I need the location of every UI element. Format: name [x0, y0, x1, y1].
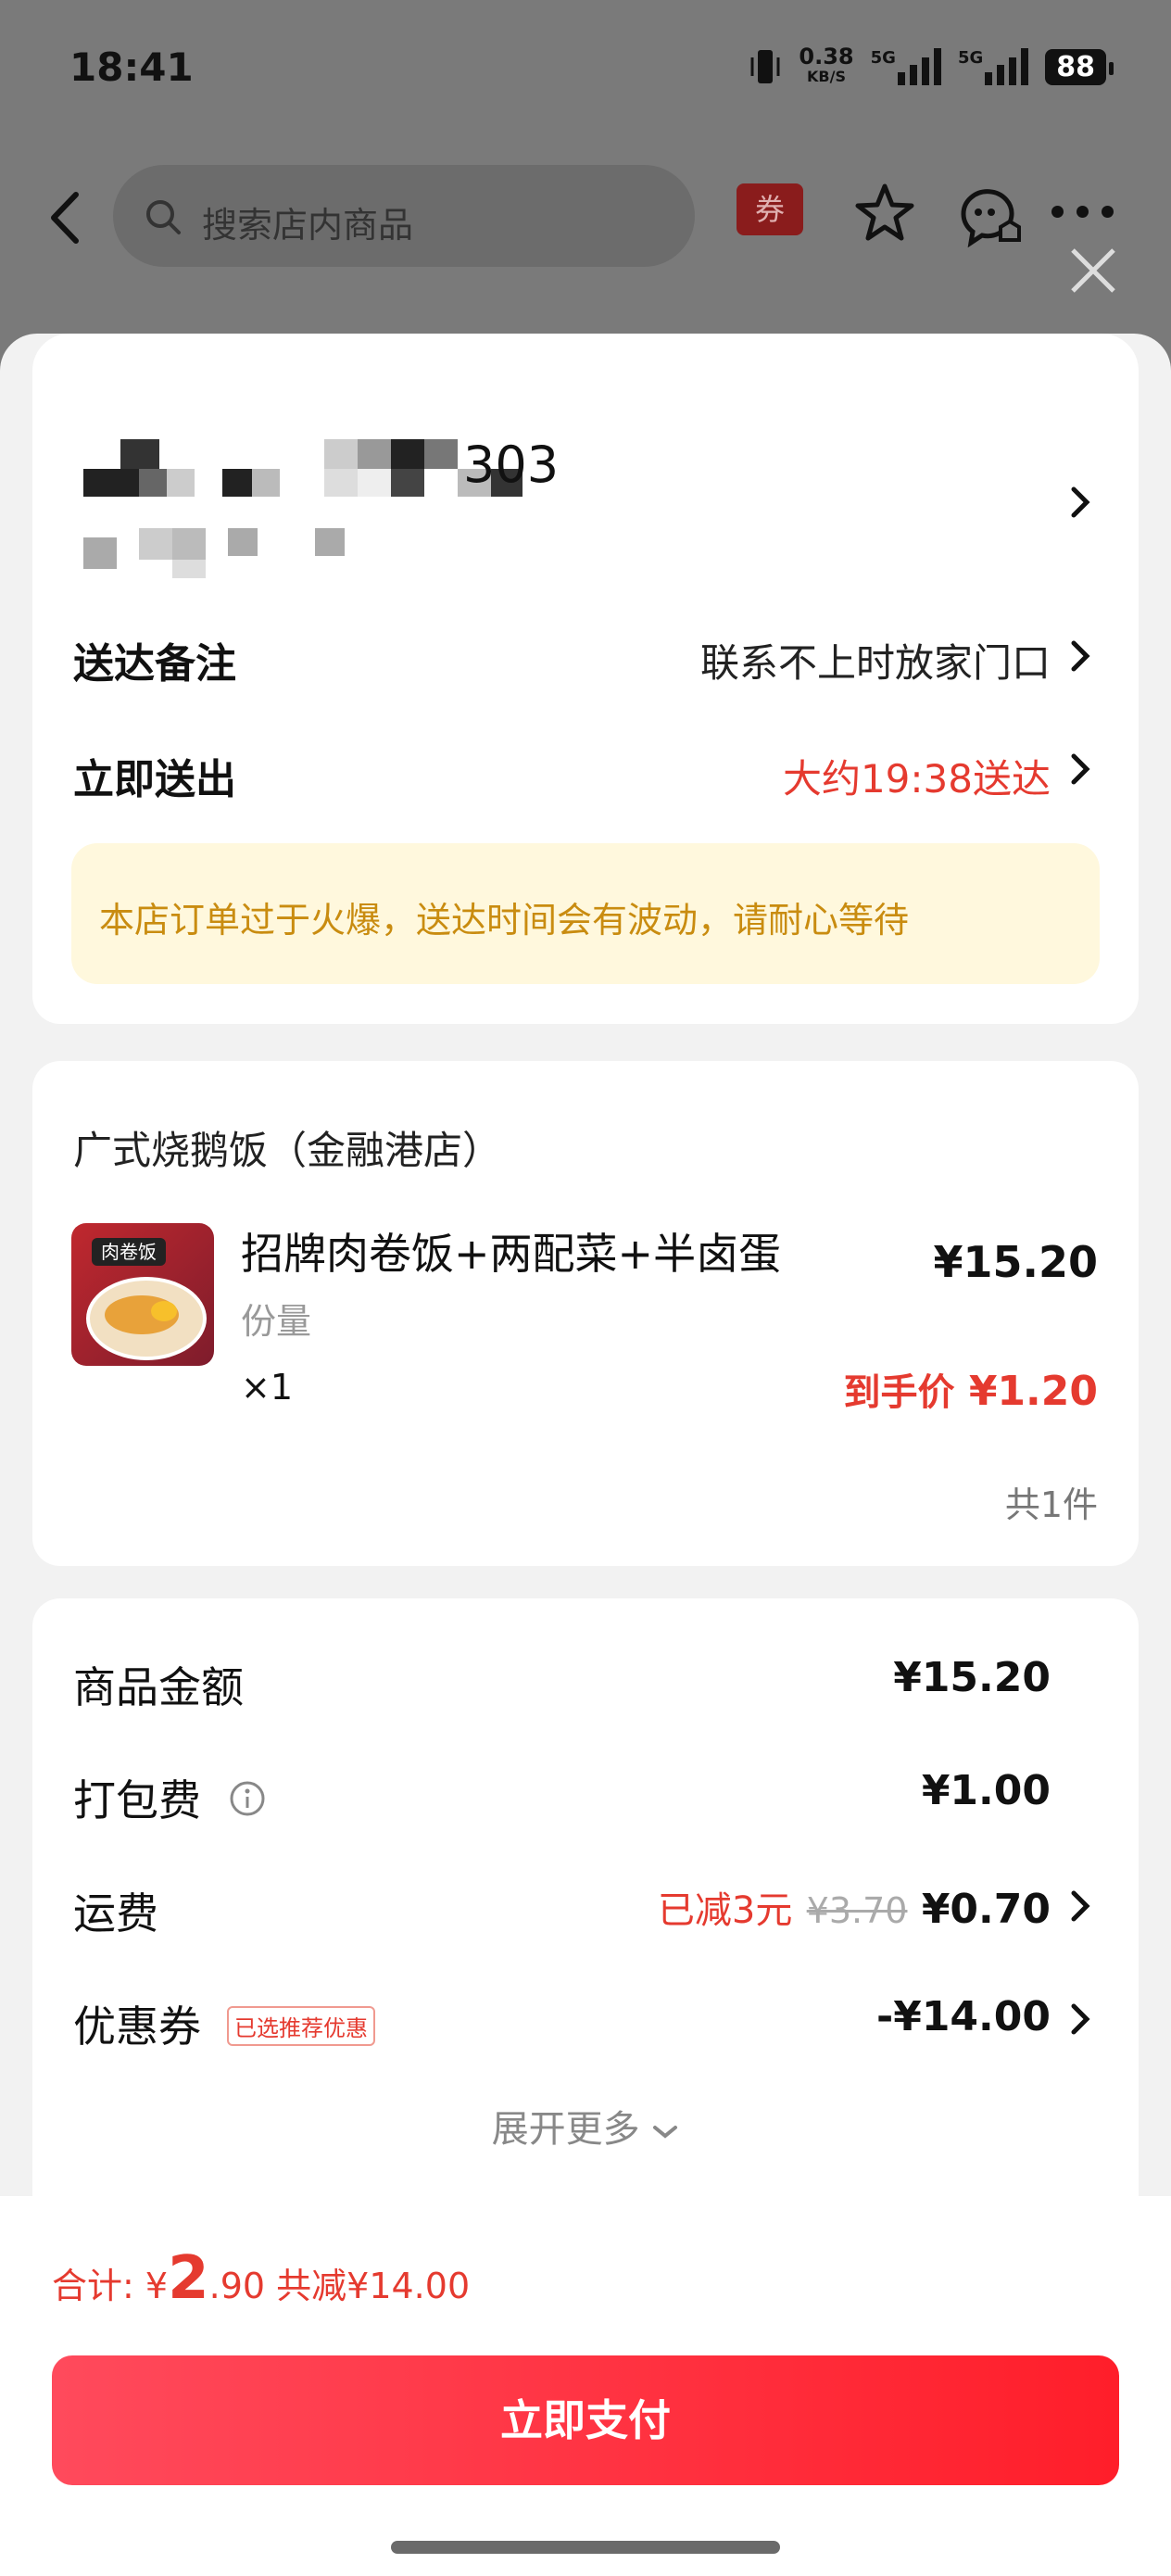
dish-quantity: ×1 — [241, 1367, 294, 1408]
address-chevron-icon — [1071, 486, 1090, 518]
delivery-time-value[interactable]: 大约19:38送达 — [783, 748, 1051, 804]
coupon-label: 优惠券 — [73, 2001, 201, 2052]
delivery-discount: 已减3元 — [657, 1889, 793, 1932]
total-saved: 共减¥14.00 — [276, 2266, 471, 2306]
item-count: 共1件 — [1004, 1484, 1098, 1525]
dish-thumbnail: 肉卷饭 — [71, 1223, 214, 1366]
order-items-card: 广式烧鹅饭（金融港店） 肉卷饭 招牌肉卷饭+两配菜+半卤蛋 份量 ×1 ¥15.… — [32, 1061, 1139, 1566]
dish-name: 招牌肉卷饭+两配菜+半卤蛋 — [241, 1229, 782, 1279]
address-blurred[interactable]: 303 — [83, 436, 686, 578]
goods-amount-label: 商品金额 — [73, 1662, 244, 1712]
status-time: 18:41 — [69, 44, 194, 90]
final-price-value: ¥1.20 — [968, 1368, 1098, 1415]
battery-indicator: 88 — [1045, 48, 1114, 85]
signal-bars-icon — [897, 48, 941, 85]
dish-final-price: 到手价 ¥1.20 — [843, 1362, 1098, 1416]
net-speed: 0.38 KB/S — [799, 44, 854, 85]
back-arrow-icon[interactable] — [39, 185, 94, 250]
checkout-bar: 合计: ¥2.90 共减¥14.00 立即支付 — [0, 2196, 1171, 2576]
signal-2: 5G — [957, 48, 1029, 85]
delivery-fee-chevron-icon — [1071, 1890, 1090, 1922]
order-confirm-sheet: 303 送达备注 联系不上时放家门口 立即送出 大约19:38送达 本店订单过于… — [0, 334, 1171, 2576]
status-bar: 18:41 0.38 KB/S 5G 5G 88 — [0, 0, 1171, 139]
signal-1: 5G — [871, 48, 941, 85]
time-chevron-icon — [1071, 753, 1090, 785]
signal-1-label: 5G — [870, 48, 896, 68]
delivery-fee-row[interactable]: 运费 已减3元 ¥3.70 ¥0.70 — [32, 1880, 1139, 1945]
dish-thumb-tag: 肉卷饭 — [92, 1238, 166, 1266]
expand-more-button[interactable]: 展开更多 — [32, 2099, 1139, 2153]
customer-service-icon[interactable] — [954, 181, 1021, 247]
delivery-note-label: 送达备注 — [73, 640, 236, 688]
busy-notice-text: 本店订单过于火爆，送达时间会有波动，请耐心等待 — [99, 900, 910, 941]
delivery-original-price: ¥3.70 — [806, 1890, 908, 1931]
search-placeholder: 搜索店内商品 — [202, 205, 414, 246]
signal-bars-icon — [985, 48, 1029, 85]
close-icon[interactable] — [1065, 243, 1121, 298]
total-summary: 合计: ¥2.90 共减¥14.00 — [52, 2244, 470, 2313]
delivery-fee-label: 运费 — [73, 1888, 158, 1938]
final-price-label: 到手价 — [843, 1371, 955, 1414]
delivery-card: 303 送达备注 联系不上时放家门口 立即送出 大约19:38送达 本店订单过于… — [32, 334, 1139, 1024]
total-currency: ¥ — [145, 2266, 169, 2306]
more-options-icon[interactable] — [1051, 206, 1114, 218]
coupon-badge: 已选推荐优惠 — [227, 2006, 375, 2046]
info-icon[interactable] — [229, 1780, 266, 1817]
chevron-down-icon — [653, 2126, 678, 2139]
vibrate-icon — [750, 50, 780, 83]
address-partial: 303 — [463, 436, 560, 494]
home-indicator — [391, 2541, 780, 2554]
total-label: 合计: — [52, 2266, 134, 2306]
store-nav-bar: 搜索店内商品 券 — [0, 158, 1171, 278]
expand-more-label: 展开更多 — [491, 2108, 640, 2151]
packing-fee-label: 打包费 — [73, 1775, 201, 1825]
packing-fee-value: ¥1.00 — [921, 1767, 1051, 1814]
coupon-chevron-icon — [1071, 2003, 1090, 2035]
coupon-row[interactable]: 优惠券 已选推荐优惠 -¥14.00 — [32, 1993, 1139, 2058]
signal-2-label: 5G — [957, 48, 984, 68]
total-decimal: .90 — [208, 2266, 266, 2306]
goods-amount-value: ¥15.20 — [893, 1654, 1051, 1701]
pay-now-button[interactable]: 立即支付 — [52, 2355, 1119, 2485]
store-search-box[interactable]: 搜索店内商品 — [113, 165, 695, 267]
favorite-star-icon[interactable] — [852, 181, 917, 246]
delivery-time-label: 立即送出 — [73, 756, 236, 803]
status-icons: 0.38 KB/S 5G 5G 88 — [749, 44, 1114, 87]
coupon-button[interactable]: 券 — [737, 183, 803, 235]
delivery-note-value[interactable]: 联系不上时放家门口 — [700, 632, 1051, 688]
note-chevron-icon — [1071, 640, 1090, 672]
delivery-fee-value: ¥0.70 — [921, 1886, 1051, 1933]
goods-amount-row: 商品金额 ¥15.20 — [32, 1654, 1139, 1719]
packing-fee-row: 打包费 ¥1.00 — [32, 1767, 1139, 1832]
busy-notice: 本店订单过于火爆，送达时间会有波动，请耐心等待 — [71, 843, 1100, 984]
coupon-value: -¥14.00 — [875, 1993, 1051, 2040]
delivery-fee-values: 已减3元 ¥3.70 ¥0.70 — [658, 1880, 1051, 1934]
dish-price: ¥15.20 — [933, 1237, 1098, 1287]
dish-spec: 份量 — [241, 1301, 312, 1342]
shop-name[interactable]: 广式烧鹅饭（金融港店） — [73, 1119, 501, 1176]
total-integer: 2 — [168, 2244, 209, 2313]
search-icon — [146, 200, 181, 234]
